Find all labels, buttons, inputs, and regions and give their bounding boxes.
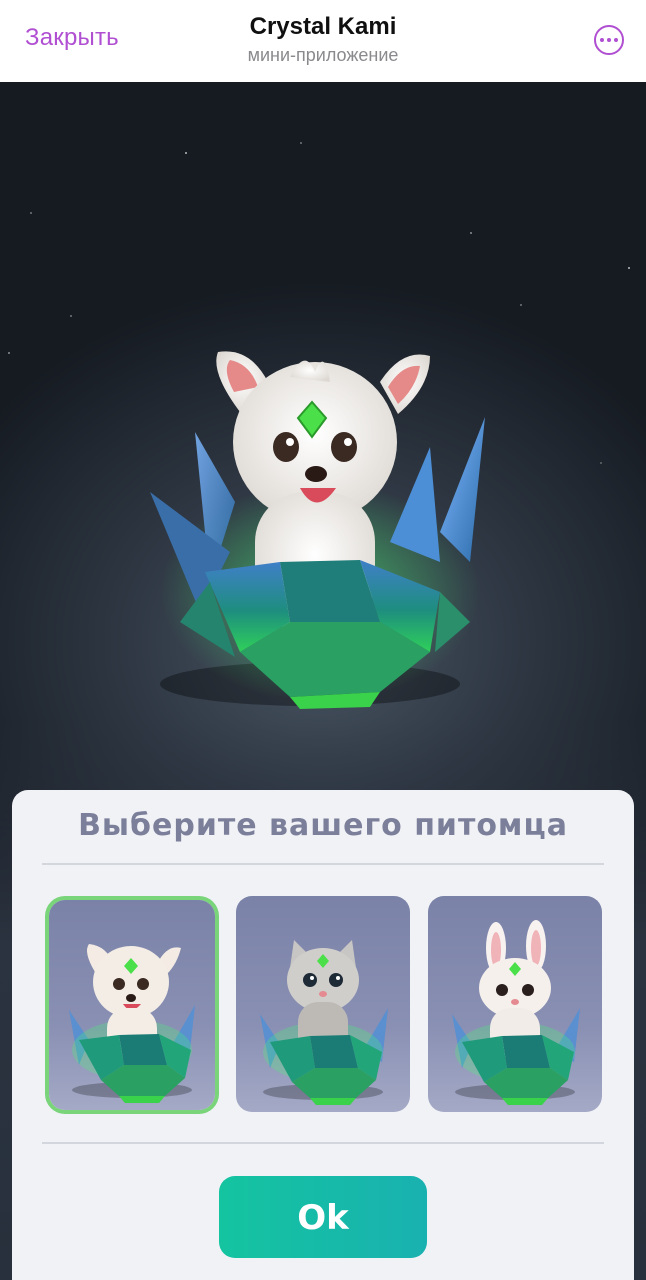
star [8,352,10,354]
hero-pet-in-crystal [150,351,485,709]
bunny-thumbnail [452,920,580,1105]
star [470,232,472,234]
dot [600,38,604,42]
star [70,315,72,317]
divider [42,863,604,865]
picker-title: Выберите вашего питомца [78,808,568,843]
ok-button[interactable]: Ok [219,1176,427,1258]
star [30,212,32,214]
more-options-icon[interactable] [594,25,624,55]
divider [42,1142,604,1144]
star [185,152,187,154]
header-title-block: Crystal Kami мини-приложение [0,12,646,67]
star [628,267,630,269]
pet-picker-sheet: Выберите вашего питомца Ok [12,790,634,1280]
puppy-thumbnail [69,944,195,1103]
pet-card-kitten[interactable] [236,896,410,1112]
dot [607,38,611,42]
dot [614,38,618,42]
star [600,462,602,464]
pet-card-bunny[interactable] [428,896,602,1112]
pet-card-puppy[interactable] [49,900,215,1110]
app-subtitle: мини-приложение [247,45,399,65]
kitten-thumbnail [260,940,388,1105]
mini-app-header: Закрыть Crystal Kami мини-приложение [0,0,646,82]
star [520,304,522,306]
star [300,142,302,144]
app-title: Crystal Kami [249,13,397,40]
